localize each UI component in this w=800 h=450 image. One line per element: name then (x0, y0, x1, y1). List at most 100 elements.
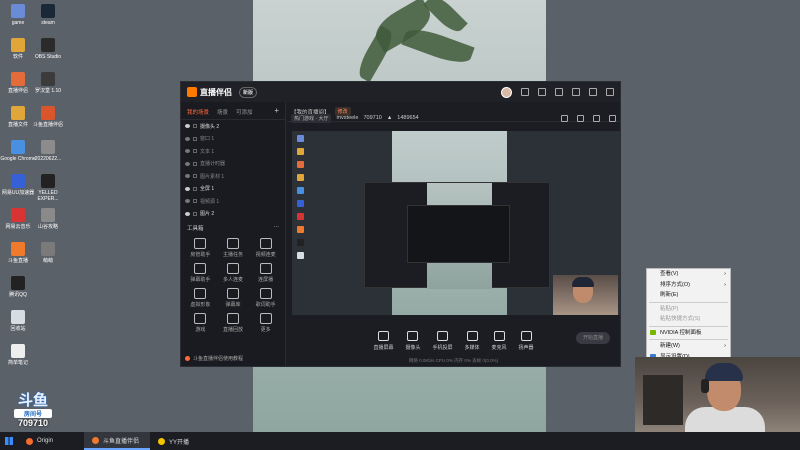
visibility-icon[interactable] (185, 124, 190, 129)
lock-icon[interactable] (577, 114, 584, 122)
app-icon (41, 38, 55, 52)
gift-box-icon[interactable] (561, 114, 568, 122)
skin-icon[interactable] (555, 88, 563, 96)
tool-item[interactable]: 游戏 (185, 313, 216, 333)
streamer-name: mvsteele (336, 115, 359, 121)
desktop-icon[interactable]: 萌萌 (30, 242, 66, 264)
tool-item[interactable]: 多人连麦 (218, 263, 249, 283)
desktop-icon[interactable]: steam (30, 4, 66, 26)
source-control[interactable]: 直播屏幕 (373, 331, 393, 351)
visibility-icon[interactable] (185, 199, 190, 204)
scene-item[interactable]: 文本 1 (181, 145, 285, 158)
source-label: 扬声器 (518, 345, 534, 351)
lock-icon[interactable] (193, 149, 197, 154)
tool-item[interactable]: 连屏播 (250, 263, 281, 283)
taskbar-app[interactable]: YY开播 (150, 432, 216, 450)
desktop-icon[interactable]: YELLED EXPER... (30, 174, 66, 202)
tab-addable[interactable]: 可添加 (236, 108, 253, 116)
scene-item[interactable]: 视频源 1 (181, 195, 285, 208)
tutorial-link[interactable]: 斗鱼直播伴侣使用教程 (185, 355, 243, 362)
desktop-icon[interactable]: 斗鱼直播伴侣 (30, 106, 66, 128)
desktop-icon[interactable]: 罗汉堂 1.10 (30, 72, 66, 94)
app-titlebar: 直播伴侣 新版 (181, 82, 620, 102)
lock-icon[interactable] (193, 124, 197, 129)
lock-icon[interactable] (193, 174, 197, 179)
lock-icon[interactable] (193, 161, 197, 166)
context-menu-item[interactable]: 新建(W) › (647, 341, 730, 352)
desktop-icon-label: 萌萌 (42, 258, 53, 264)
toolbox-more-icon[interactable]: ⋯ (274, 224, 280, 232)
menu-item-label: 排序方式(O) (660, 281, 690, 288)
close-icon[interactable] (606, 88, 614, 96)
taskbar-app[interactable]: Origin (18, 432, 84, 450)
message-icon[interactable] (521, 88, 529, 96)
title-actions (501, 86, 614, 98)
desktop-icon-label: steam (41, 20, 55, 26)
source-label: 摄像头 (405, 345, 421, 351)
scene-item[interactable]: 摄像头 2 (181, 120, 285, 133)
visibility-icon[interactable] (185, 186, 190, 191)
tool-item[interactable]: 视频连麦 (250, 238, 281, 258)
visibility-icon[interactable] (185, 174, 190, 179)
scene-item[interactable]: 直播计时器 (181, 158, 285, 171)
tool-item[interactable]: 更多 (250, 313, 281, 333)
bell-icon[interactable] (593, 114, 600, 122)
desktop-icon-label: YELLED EXPER... (37, 190, 59, 202)
desktop-icon[interactable]: 20220622... (30, 140, 66, 162)
desktop-icon[interactable]: 山谷攻略 (30, 208, 66, 230)
tab-my-scenes[interactable]: 我的场景 (187, 108, 209, 116)
lock-icon[interactable] (193, 136, 197, 141)
tool-item[interactable]: 房管助手 (185, 238, 216, 258)
tool-label: 直播回放 (222, 327, 243, 333)
minimize-icon[interactable] (589, 88, 597, 96)
stream-preview[interactable] (292, 131, 620, 315)
taskbar-app[interactable]: 斗鱼直播伴侣 (84, 432, 150, 450)
tool-item[interactable]: 主播任务 (218, 238, 249, 258)
tool-item[interactable]: 歌词助手 (250, 288, 281, 308)
context-menu-item[interactable]: 刷新(E) (647, 290, 730, 301)
app-icon (11, 276, 25, 290)
scene-item[interactable]: 窗口 1 (181, 133, 285, 146)
source-control[interactable]: 摄像头 (405, 331, 420, 351)
desktop-icon[interactable]: 回收站 (0, 310, 36, 332)
start-button[interactable] (0, 432, 18, 450)
tool-item[interactable]: 弹幕助手 (185, 263, 216, 283)
app-logo: 直播伴侣 新版 (187, 86, 258, 98)
context-menu-item[interactable]: 排序方式(O) › (647, 280, 730, 291)
source-control[interactable]: 麦克风 (492, 331, 507, 351)
tool-item[interactable]: 虚拟形象 (185, 288, 216, 308)
context-menu-item[interactable]: 查看(V) › (647, 269, 730, 280)
visibility-icon[interactable] (185, 149, 190, 154)
tab-scenes[interactable]: 场景 (217, 108, 228, 116)
gift-icon[interactable] (538, 88, 546, 96)
start-live-button[interactable]: 开始直播 (576, 332, 610, 344)
settings-icon[interactable] (572, 88, 580, 96)
context-menu-item[interactable]: NVIDIA 控制面板 (647, 328, 730, 339)
source-control[interactable]: 手机投屏 (432, 331, 453, 351)
user-avatar[interactable] (501, 86, 512, 98)
tool-item[interactable]: 直播回放 (218, 313, 249, 333)
scene-item[interactable]: 图片素材 1 (181, 170, 285, 183)
visibility-icon[interactable] (185, 211, 190, 216)
version-badge[interactable]: 新版 (239, 86, 258, 98)
desktop-icon[interactable]: 简单笔记 (0, 344, 36, 366)
desktop-icon[interactable]: OBS Studio (30, 38, 66, 60)
tool-item[interactable]: 弹幕库 (218, 288, 249, 308)
app-logo-icon (187, 87, 197, 97)
lock-icon[interactable] (193, 199, 197, 204)
scene-item[interactable]: 图片 2 (181, 208, 285, 221)
desktop-icon[interactable]: 腾讯QQ (0, 276, 36, 298)
scene-item[interactable]: 全屏 1 (181, 183, 285, 196)
share-icon[interactable] (609, 114, 616, 122)
tool-icon (259, 313, 272, 324)
app-icon (41, 140, 55, 154)
category-badge[interactable]: 热门游戏 · 大厅 (291, 113, 332, 123)
visibility-icon[interactable] (185, 136, 190, 141)
add-scene-icon[interactable]: + (274, 107, 279, 116)
lock-icon[interactable] (193, 186, 197, 191)
source-control[interactable]: 多媒体 (465, 331, 480, 351)
lock-icon[interactable] (193, 211, 197, 216)
source-control[interactable]: 扬声器 (519, 331, 534, 351)
visibility-icon[interactable] (185, 161, 190, 166)
app-icon (41, 208, 55, 222)
